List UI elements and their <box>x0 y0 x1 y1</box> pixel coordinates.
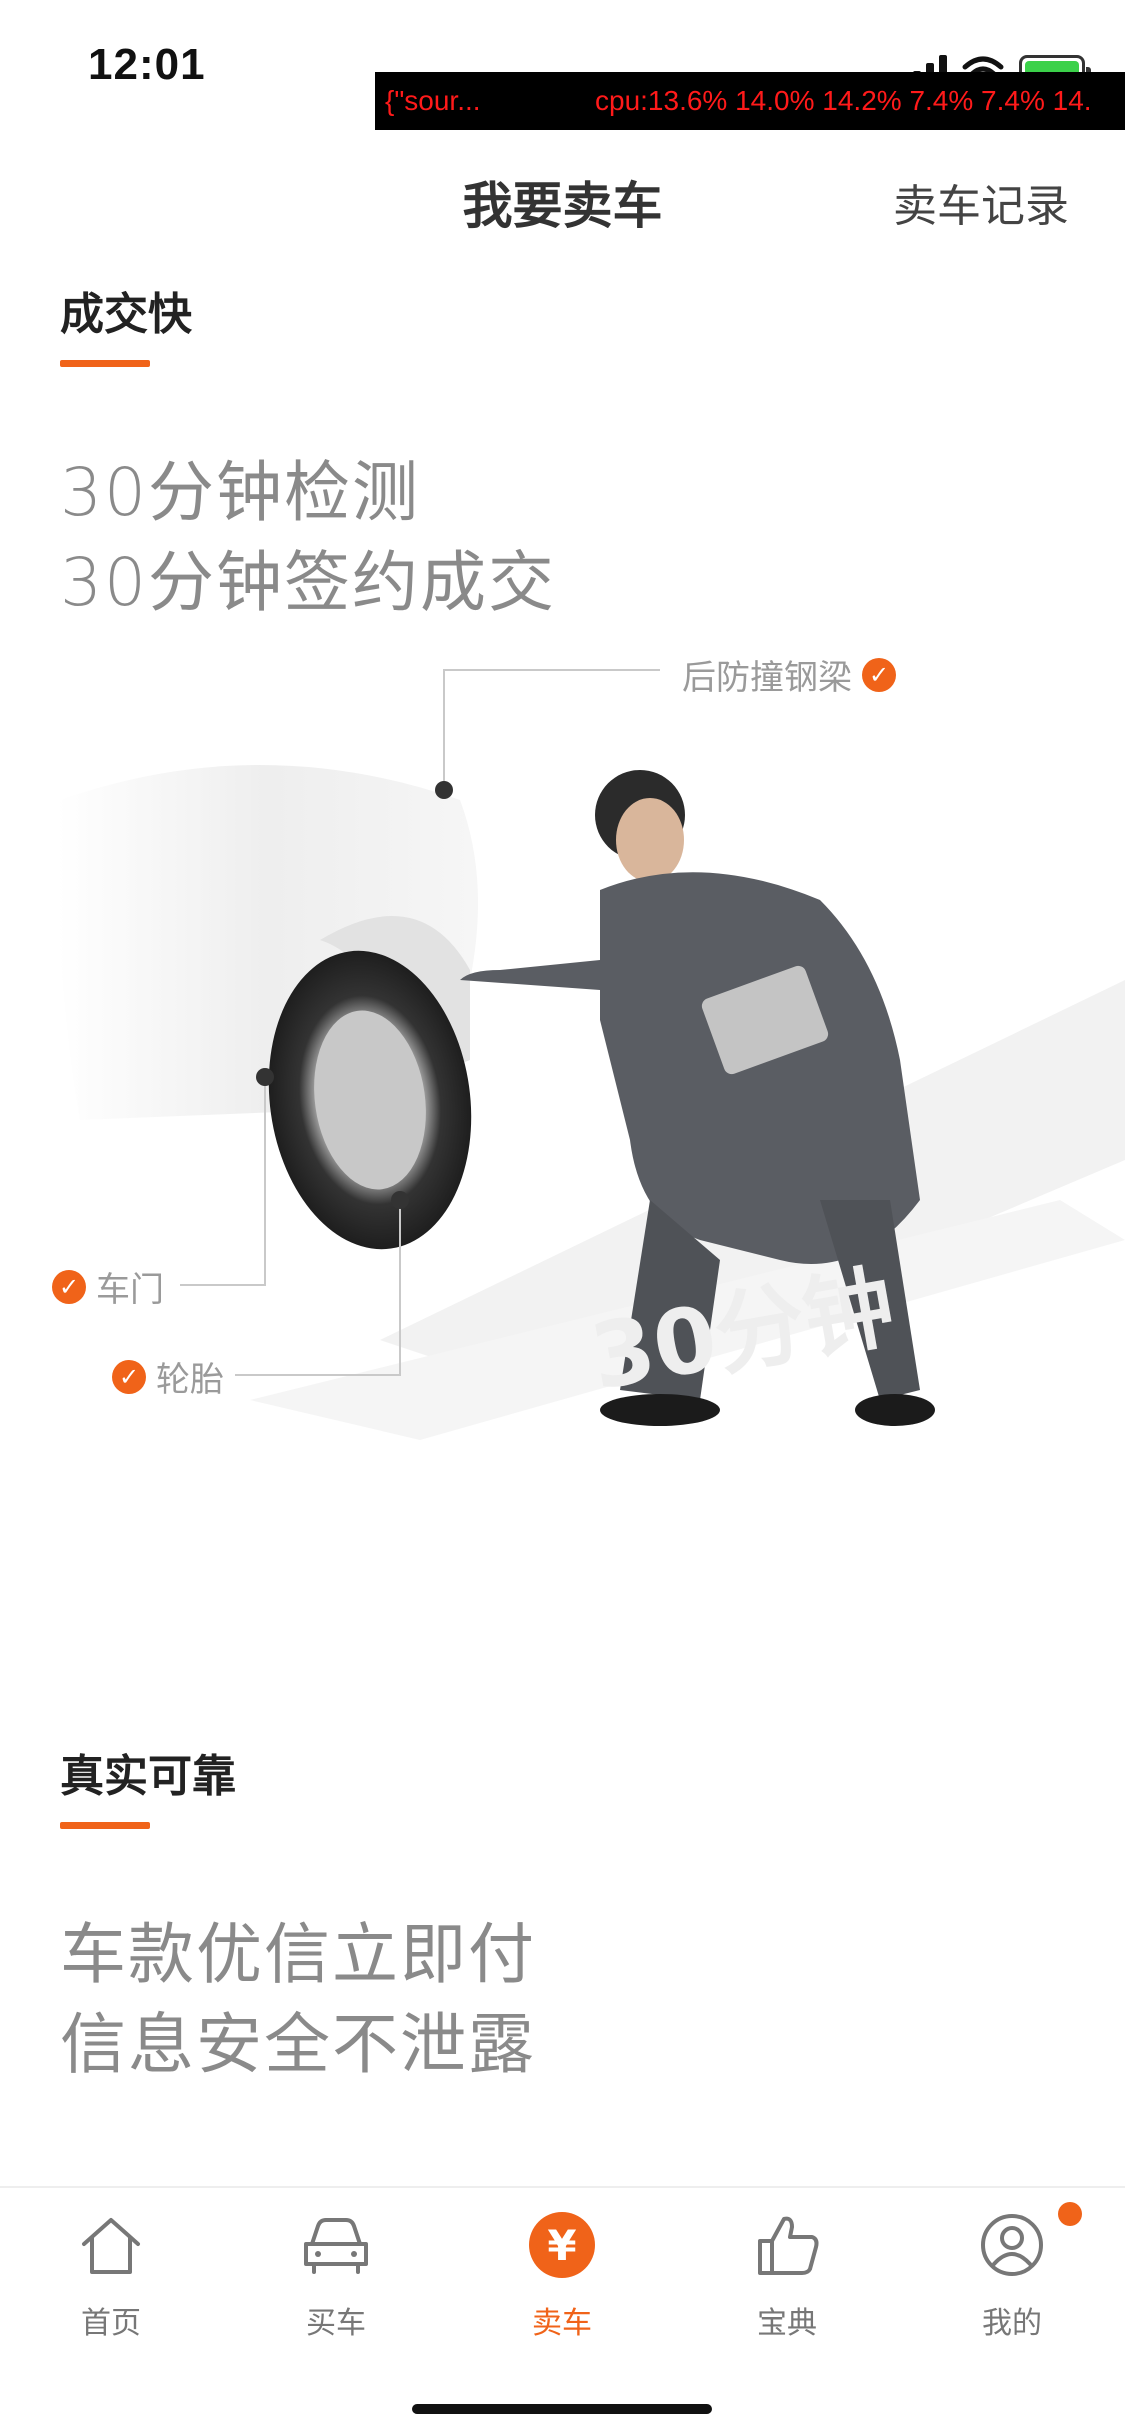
callout-bumper: 后防撞钢梁 ✓ <box>672 650 896 699</box>
tab-sell-car[interactable]: ¥ 卖车 <box>482 2208 642 2358</box>
tab-home[interactable]: 首页 <box>31 2208 191 2358</box>
section-underline <box>60 1822 150 1829</box>
car-icon <box>299 2208 373 2282</box>
tab-label: 首页 <box>81 2306 141 2341</box>
section-heading-fast: 成交快 <box>60 289 192 340</box>
tab-label: 我的 <box>982 2306 1042 2341</box>
notification-badge <box>1058 2202 1082 2226</box>
tagline-line: 30分钟检测 <box>60 454 420 531</box>
sell-history-link[interactable]: 卖车记录 <box>893 170 1069 234</box>
section2-tagline: 车款优信立即付 信息安全不泄露 <box>60 1910 536 2090</box>
tab-label: 买车 <box>306 2306 366 2341</box>
tab-label: 卖车 <box>532 2306 592 2341</box>
home-indicator <box>412 2404 712 2414</box>
section1-tagline: 30分钟检测 30分钟签约成交 <box>60 448 556 628</box>
tagline-line: 30分钟签约成交 <box>60 544 556 621</box>
status-bar: 12:01 {"sour... cpu:13.6% 14.0% 14.2% 7.4… <box>0 0 1125 130</box>
callout-label: 轮胎 <box>156 1360 224 1400</box>
callout-label: 后防撞钢梁 <box>682 658 852 698</box>
tab-bar: 首页 买车 ¥ 卖车 宝典 我的 <box>0 2186 1125 2436</box>
tab-guide[interactable]: 宝典 <box>707 2208 867 2358</box>
status-time: 12:01 <box>88 40 206 89</box>
callout-label: 车门 <box>96 1270 164 1310</box>
inspection-illustration: 30分钟 后防撞钢梁 ✓ ✓ 车门 ✓ 轮胎 <box>0 640 1125 1460</box>
home-icon <box>74 2208 148 2282</box>
debug-source: {"sour... <box>385 85 481 116</box>
tab-me[interactable]: 我的 <box>932 2208 1092 2358</box>
user-icon <box>975 2208 1049 2282</box>
tagline-line: 信息安全不泄露 <box>60 2006 536 2083</box>
debug-overlay: {"sour... cpu:13.6% 14.0% 14.2% 7.4% 7.4%… <box>375 72 1125 130</box>
inspection-artwork: 30分钟 <box>57 669 1125 1440</box>
callout-tire: ✓ 轮胎 <box>112 1352 234 1401</box>
tab-buy-car[interactable]: 买车 <box>256 2208 416 2358</box>
tagline-line: 车款优信立即付 <box>60 1916 536 1993</box>
section-underline <box>60 360 150 367</box>
tab-label: 宝典 <box>757 2306 817 2341</box>
yen-icon: ¥ <box>525 2208 599 2282</box>
check-icon: ✓ <box>862 657 896 692</box>
debug-cpu: cpu:13.6% 14.0% 14.2% 7.4% 7.4% 14. <box>595 85 1092 116</box>
nav-bar: 我要卖车 卖车记录 <box>0 140 1125 260</box>
check-icon: ✓ <box>112 1359 146 1394</box>
check-icon: ✓ <box>52 1269 86 1304</box>
callout-door: ✓ 车门 <box>52 1262 174 1311</box>
section-heading-reliable: 真实可靠 <box>60 1751 236 1802</box>
thumbs-up-icon <box>750 2208 824 2282</box>
